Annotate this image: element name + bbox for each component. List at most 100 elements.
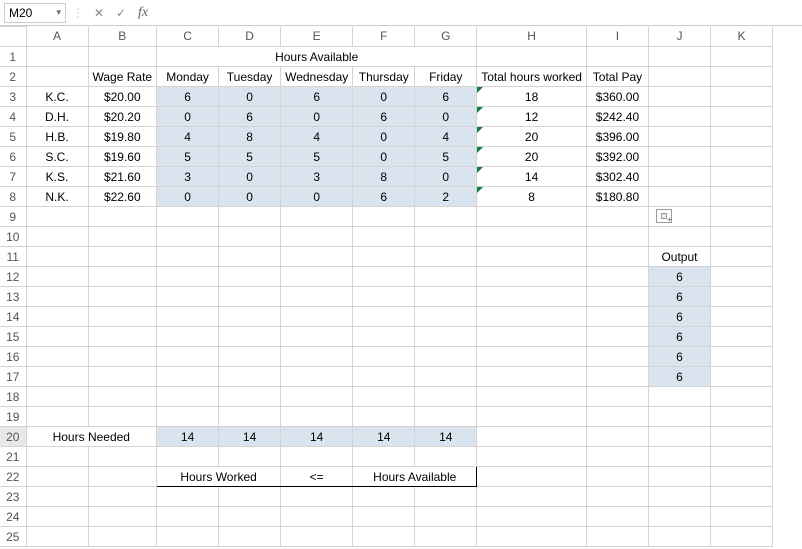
- cell-total[interactable]: 12: [477, 107, 587, 127]
- row-header-3[interactable]: 3: [0, 87, 26, 107]
- row-header-19[interactable]: 19: [0, 407, 26, 427]
- name-box[interactable]: M20 ▾: [4, 3, 66, 23]
- row-header-7[interactable]: 7: [0, 167, 26, 187]
- col-header-C[interactable]: C: [157, 27, 219, 47]
- cell[interactable]: 0: [157, 107, 219, 127]
- emp-name[interactable]: K.C.: [26, 87, 88, 107]
- row-header-2[interactable]: 2: [0, 67, 26, 87]
- row-header-4[interactable]: 4: [0, 107, 26, 127]
- cell[interactable]: 5: [281, 147, 353, 167]
- cell[interactable]: 0: [353, 127, 415, 147]
- row-header-13[interactable]: 13: [0, 287, 26, 307]
- header-wage[interactable]: Wage Rate: [88, 67, 157, 87]
- cell[interactable]: 4: [281, 127, 353, 147]
- header-tue[interactable]: Tuesday: [219, 67, 281, 87]
- cell[interactable]: 0: [415, 107, 477, 127]
- cell-pay[interactable]: $242.40: [586, 107, 648, 127]
- cell[interactable]: 6: [415, 87, 477, 107]
- hn-cell[interactable]: 14: [415, 427, 477, 447]
- cell[interactable]: 2: [415, 187, 477, 207]
- hn-cell[interactable]: 14: [281, 427, 353, 447]
- constraint-right[interactable]: Hours Available: [353, 467, 477, 487]
- cell[interactable]: 0: [219, 87, 281, 107]
- cell-pay[interactable]: $392.00: [586, 147, 648, 167]
- row-header-8[interactable]: 8: [0, 187, 26, 207]
- row-header-16[interactable]: 16: [0, 347, 26, 367]
- chevron-down-icon[interactable]: ▾: [56, 7, 61, 18]
- row-header-23[interactable]: 23: [0, 487, 26, 507]
- row-header-15[interactable]: 15: [0, 327, 26, 347]
- output-cell[interactable]: 6: [648, 287, 710, 307]
- row-header-9[interactable]: 9: [0, 207, 26, 227]
- cell[interactable]: 0: [353, 87, 415, 107]
- cell-pay[interactable]: $360.00: [586, 87, 648, 107]
- cell-pay[interactable]: $396.00: [586, 127, 648, 147]
- spreadsheet-grid[interactable]: A B C D E F G H I J K 1 Hours Available …: [0, 26, 802, 547]
- formula-input[interactable]: [156, 3, 798, 23]
- cell[interactable]: 4: [415, 127, 477, 147]
- row-header-6[interactable]: 6: [0, 147, 26, 167]
- row-header-25[interactable]: 25: [0, 527, 26, 547]
- output-cell[interactable]: 6: [648, 267, 710, 287]
- col-header-H[interactable]: H: [477, 27, 587, 47]
- row-header-22[interactable]: 22: [0, 467, 26, 487]
- fx-icon[interactable]: fx: [134, 4, 152, 22]
- cell[interactable]: 0: [353, 147, 415, 167]
- cell[interactable]: 6: [219, 107, 281, 127]
- cell[interactable]: 0: [281, 187, 353, 207]
- constraint-op[interactable]: <=: [281, 467, 353, 487]
- col-header-E[interactable]: E: [281, 27, 353, 47]
- row-header-1[interactable]: 1: [0, 47, 26, 67]
- output-cell[interactable]: 6: [648, 367, 710, 387]
- cell-total[interactable]: 14: [477, 167, 587, 187]
- header-total-pay[interactable]: Total Pay: [586, 67, 648, 87]
- output-cell[interactable]: 6: [648, 327, 710, 347]
- cell-total[interactable]: 20: [477, 127, 587, 147]
- emp-wage[interactable]: $21.60: [88, 167, 157, 187]
- row-header-21[interactable]: 21: [0, 447, 26, 467]
- col-header-A[interactable]: A: [26, 27, 88, 47]
- col-header-F[interactable]: F: [353, 27, 415, 47]
- cell[interactable]: 0: [219, 167, 281, 187]
- cell[interactable]: 8: [219, 127, 281, 147]
- cell[interactable]: 6: [353, 107, 415, 127]
- hours-needed-label[interactable]: Hours Needed: [26, 427, 157, 447]
- emp-name[interactable]: N.K.: [26, 187, 88, 207]
- cell[interactable]: 5: [219, 147, 281, 167]
- row-header-17[interactable]: 17: [0, 367, 26, 387]
- emp-wage[interactable]: $20.00: [88, 87, 157, 107]
- output-cell[interactable]: 6: [648, 347, 710, 367]
- constraint-left[interactable]: Hours Worked: [157, 467, 281, 487]
- cell[interactable]: 6: [157, 87, 219, 107]
- cell[interactable]: 3: [157, 167, 219, 187]
- cell[interactable]: 3: [281, 167, 353, 187]
- cancel-icon[interactable]: ✕: [90, 4, 108, 22]
- cell-total[interactable]: 18: [477, 87, 587, 107]
- emp-name[interactable]: K.S.: [26, 167, 88, 187]
- cell[interactable]: 0: [415, 167, 477, 187]
- output-label[interactable]: Output: [648, 247, 710, 267]
- row-header-14[interactable]: 14: [0, 307, 26, 327]
- cell[interactable]: 5: [157, 147, 219, 167]
- col-header-K[interactable]: K: [710, 27, 772, 47]
- hn-cell[interactable]: 14: [353, 427, 415, 447]
- header-fri[interactable]: Friday: [415, 67, 477, 87]
- row-header-5[interactable]: 5: [0, 127, 26, 147]
- cell[interactable]: 4: [157, 127, 219, 147]
- col-header-B[interactable]: B: [88, 27, 157, 47]
- cell[interactable]: 0: [281, 107, 353, 127]
- col-header-G[interactable]: G: [415, 27, 477, 47]
- cell-pay[interactable]: $302.40: [586, 167, 648, 187]
- select-all-corner[interactable]: [0, 27, 26, 47]
- emp-name[interactable]: D.H.: [26, 107, 88, 127]
- row-header-18[interactable]: 18: [0, 387, 26, 407]
- col-header-I[interactable]: I: [586, 27, 648, 47]
- cell[interactable]: 6: [353, 187, 415, 207]
- cell[interactable]: 0: [219, 187, 281, 207]
- emp-name[interactable]: H.B.: [26, 127, 88, 147]
- cell-pay[interactable]: $180.80: [586, 187, 648, 207]
- cell-total[interactable]: 8: [477, 187, 587, 207]
- emp-wage[interactable]: $22.60: [88, 187, 157, 207]
- row-header-24[interactable]: 24: [0, 507, 26, 527]
- row-header-11[interactable]: 11: [0, 247, 26, 267]
